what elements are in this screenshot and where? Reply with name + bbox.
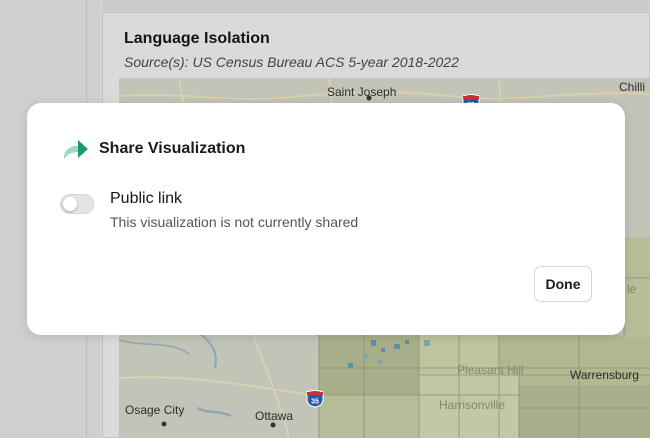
map-label-lexington-fragment: le (627, 282, 637, 296)
map-label-harrisonville: Harrisonville (439, 398, 506, 412)
done-button[interactable]: Done (534, 266, 592, 302)
share-visualization-dialog: Share Visualization Public link This vis… (27, 103, 625, 335)
map-label-osage-city: Osage City (125, 403, 185, 417)
interstate-35-number: 35 (311, 399, 319, 406)
share-status-text: This visualization is not currently shar… (110, 214, 359, 230)
dialog-title: Share Visualization (99, 140, 246, 157)
dialog-header: Share Visualization (62, 137, 245, 161)
public-link-label: Public link (110, 190, 183, 207)
interstate-shield-icon: 35 (306, 390, 324, 408)
toggle-knob (63, 197, 77, 211)
map-label-ottawa: Ottawa (255, 409, 294, 423)
share-arrow-icon (64, 140, 88, 159)
visualization-title: Language Isolation (124, 30, 270, 47)
map-label-pleasant-hill: Pleasant Hill (457, 363, 524, 377)
map-label-warrensburg: Warrensburg (570, 368, 639, 382)
public-link-toggle[interactable] (60, 194, 94, 214)
map-label-saint-joseph: Saint Joseph (327, 85, 397, 99)
visualization-source: Source(s): US Census Bureau ACS 5-year 2… (124, 54, 459, 70)
map-label-chillicothe: Chilli (619, 80, 646, 94)
top-panel-edge (102, 0, 650, 11)
